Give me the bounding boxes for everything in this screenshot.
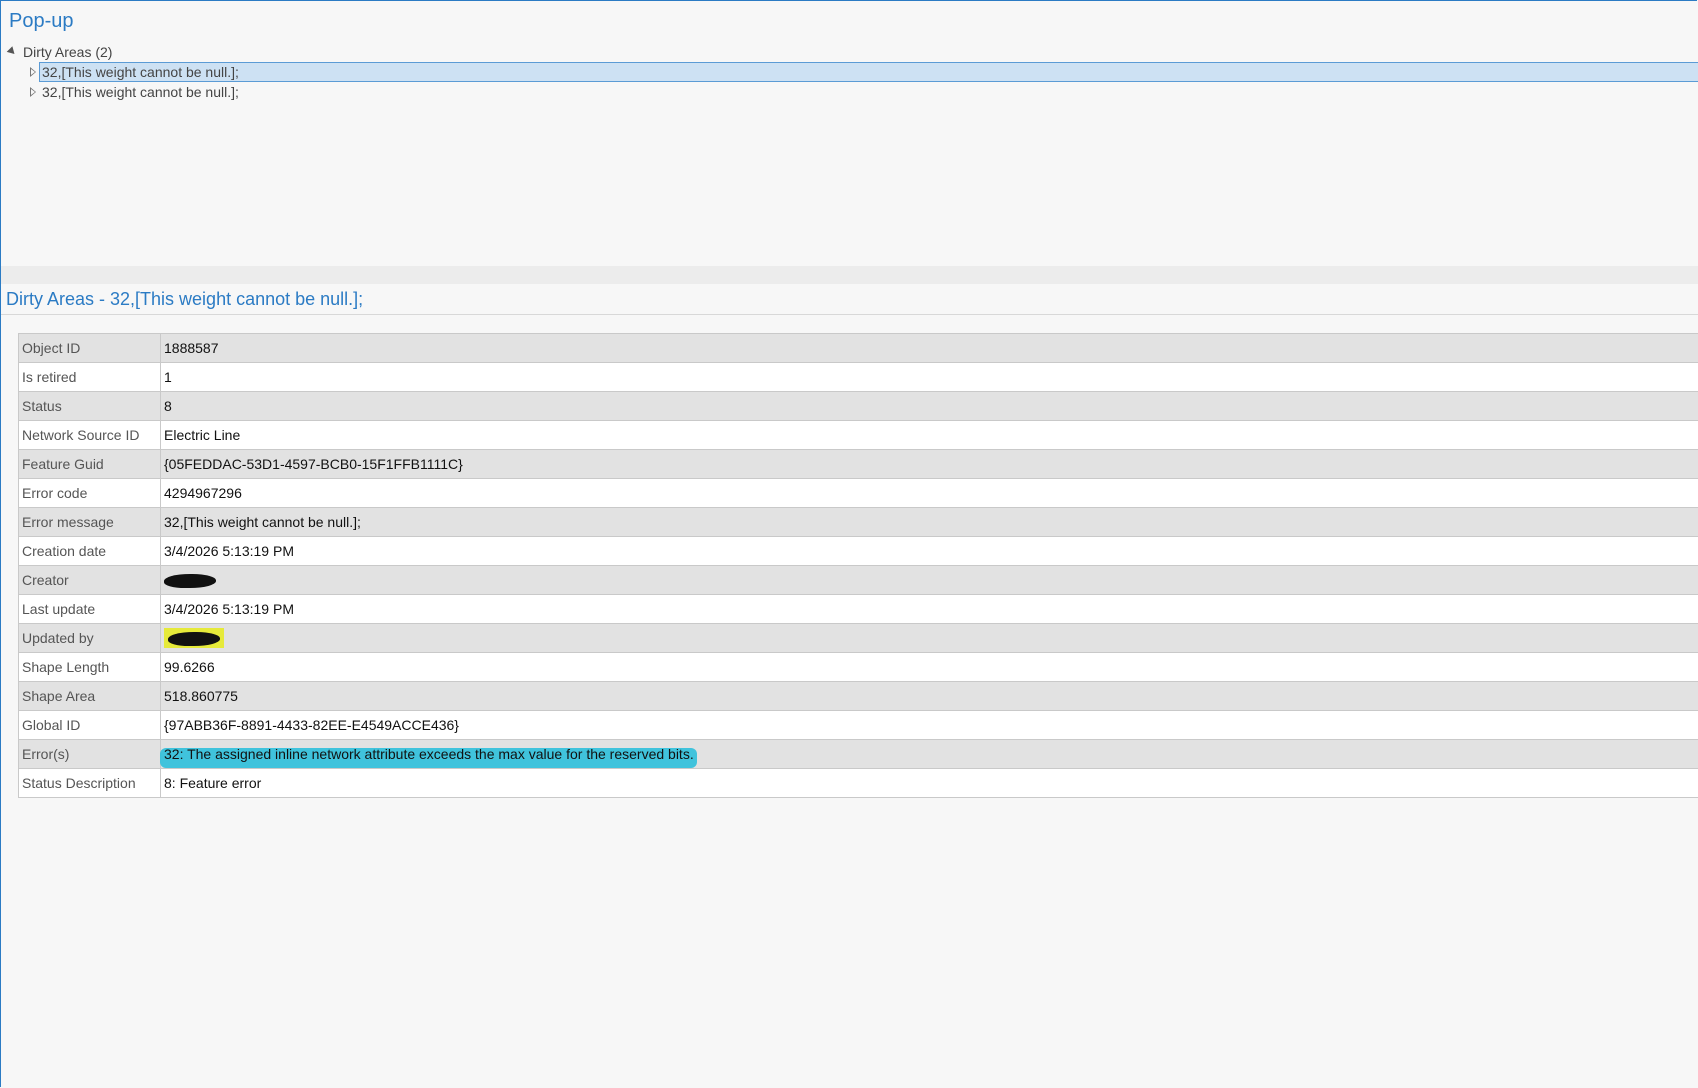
field-name: Status: [18, 391, 161, 421]
field-value: 4294967296: [160, 478, 1698, 508]
field-name: Last update: [18, 594, 161, 624]
table-row: Feature Guid {05FEDDAC-53D1-4597-BCB0-15…: [18, 449, 1698, 479]
field-name: Network Source ID: [18, 420, 161, 450]
tree-node-dirty-areas[interactable]: Dirty Areas (2): [6, 42, 113, 63]
annotation-highlight: 32: The assigned inline network attribut…: [160, 746, 697, 768]
table-row: Status 8: [18, 391, 1698, 421]
table-row: Creator: [18, 565, 1698, 595]
tree-node-label: Dirty Areas (2): [23, 44, 113, 60]
field-name: Status Description: [18, 768, 161, 798]
field-name: Creator: [18, 565, 161, 595]
field-value-redacted: [160, 623, 1698, 653]
field-name: Error message: [18, 507, 161, 537]
field-name: Error code: [18, 478, 161, 508]
table-row: Object ID 1888587: [18, 333, 1698, 363]
table-row: Network Source ID Electric Line: [18, 420, 1698, 450]
field-name: Shape Area: [18, 681, 161, 711]
redaction-mark: [164, 574, 216, 589]
details-title: Dirty Areas - 32,[This weight cannot be …: [6, 289, 364, 309]
field-value: 99.6266: [160, 652, 1698, 682]
tree-item-label: 32,[This weight cannot be null.];: [42, 84, 239, 100]
table-row: Global ID {97ABB36F-8891-4433-82EE-E4549…: [18, 710, 1698, 740]
table-row: Last update 3/4/2026 5:13:19 PM: [18, 594, 1698, 624]
field-value: Electric Line: [160, 420, 1698, 450]
field-name: Global ID: [18, 710, 161, 740]
field-value: {05FEDDAC-53D1-4597-BCB0-15F1FFB1111C}: [160, 449, 1698, 479]
field-name: Creation date: [18, 536, 161, 566]
field-name: Feature Guid: [18, 449, 161, 479]
field-name: Is retired: [18, 362, 161, 392]
pane-splitter[interactable]: [1, 266, 1698, 284]
field-value: 8: [160, 391, 1698, 421]
field-value-highlighted: 32: The assigned inline network attribut…: [160, 739, 1698, 769]
field-name: Updated by: [18, 623, 161, 653]
popup-title: Pop-up: [9, 10, 74, 32]
tree-selection-highlight: [39, 62, 1698, 82]
table-row: Error(s) 32: The assigned inline network…: [18, 739, 1698, 769]
table-row: Error message 32,[This weight cannot be …: [18, 507, 1698, 537]
tree-item-label: 32,[This weight cannot be null.];: [42, 64, 239, 80]
expand-arrow-icon[interactable]: [30, 87, 36, 98]
attributes-table: Object ID 1888587 Is retired 1 Status 8 …: [18, 333, 1698, 798]
error-text: 32: The assigned inline network attribut…: [164, 746, 694, 762]
table-row: Shape Area 518.860775: [18, 681, 1698, 711]
field-value-redacted: [160, 565, 1698, 595]
field-name: Error(s): [18, 739, 161, 769]
field-value: 1: [160, 362, 1698, 392]
field-name: Object ID: [18, 333, 161, 363]
field-value: 1888587: [160, 333, 1698, 363]
field-value: 32,[This weight cannot be null.];: [160, 507, 1698, 537]
field-value: 8: Feature error: [160, 768, 1698, 798]
table-row: Is retired 1: [18, 362, 1698, 392]
field-value: 518.860775: [160, 681, 1698, 711]
tree-item-dirty-area-1[interactable]: 32,[This weight cannot be null.];: [30, 62, 239, 83]
table-row: Updated by: [18, 623, 1698, 653]
divider: [1, 314, 1698, 315]
expand-collapse-icon[interactable]: [6, 45, 18, 57]
highlight-mark: [164, 627, 224, 649]
field-name: Shape Length: [18, 652, 161, 682]
table-row: Shape Length 99.6266: [18, 652, 1698, 682]
redaction-mark: [168, 632, 220, 647]
table-row: Creation date 3/4/2026 5:13:19 PM: [18, 536, 1698, 566]
field-value: 3/4/2026 5:13:19 PM: [160, 594, 1698, 624]
field-value: {97ABB36F-8891-4433-82EE-E4549ACCE436}: [160, 710, 1698, 740]
table-row: Error code 4294967296: [18, 478, 1698, 508]
tree-item-dirty-area-2[interactable]: 32,[This weight cannot be null.];: [30, 82, 239, 103]
expand-arrow-icon[interactable]: [30, 67, 36, 78]
field-value: 3/4/2026 5:13:19 PM: [160, 536, 1698, 566]
table-row: Status Description 8: Feature error: [18, 768, 1698, 798]
